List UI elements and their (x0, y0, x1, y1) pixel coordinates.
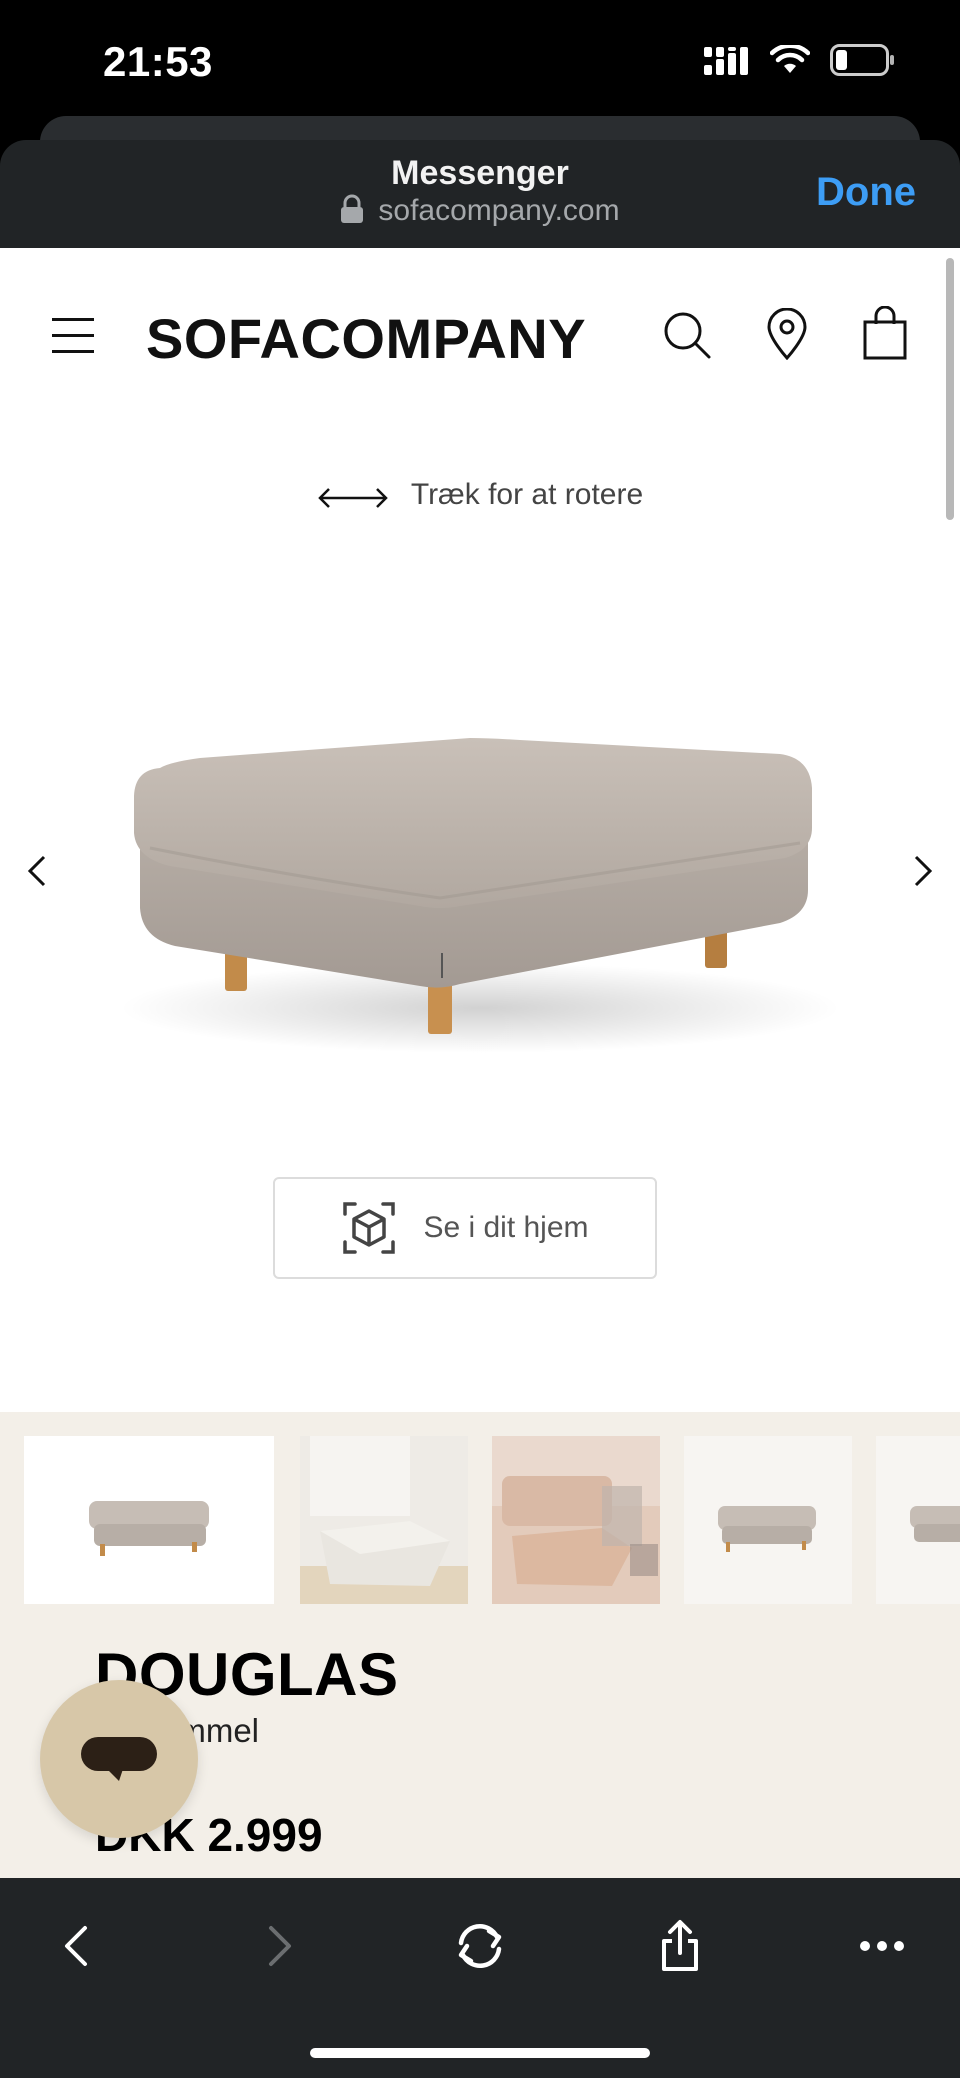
rotate-hint-text: Træk for at rotere (410, 478, 644, 511)
search-icon[interactable] (662, 310, 712, 360)
view-in-home-button[interactable]: Se i dit hjem (273, 1177, 657, 1279)
cellular-signal-icon (704, 47, 748, 75)
thumbnail-5[interactable] (876, 1436, 960, 1604)
more-button[interactable] (842, 1906, 922, 1986)
reload-icon (458, 1923, 502, 1969)
thumbnail-4[interactable] (684, 1436, 852, 1604)
share-button[interactable] (640, 1906, 720, 1986)
status-icons (704, 44, 896, 76)
site-logo[interactable]: SOFACOMPANY (146, 306, 586, 371)
rotate-hint: Træk for at rotere (0, 478, 960, 512)
location-pin-icon[interactable] (766, 308, 808, 360)
in-app-browser-header: Messenger sofacompany.com Done (0, 140, 960, 248)
chat-bubble-icon (81, 1737, 157, 1781)
site-header: SOFACOMPANY (0, 248, 960, 428)
lock-icon (341, 194, 364, 223)
thumbnail-2[interactable] (300, 1436, 468, 1604)
prev-image-arrow-icon[interactable] (24, 853, 48, 889)
status-bar: 21:53 (0, 0, 960, 118)
next-image-arrow-icon[interactable] (912, 853, 936, 889)
chat-button[interactable] (40, 1680, 198, 1838)
back-button[interactable] (36, 1906, 116, 1986)
shopping-bag-icon[interactable] (862, 306, 908, 360)
thumbnail-3[interactable] (492, 1436, 660, 1604)
forward-chevron-icon (269, 1926, 291, 1966)
more-dots-icon (860, 1941, 904, 1951)
thumbnail-1[interactable] (24, 1436, 274, 1604)
web-page[interactable]: SOFACOMPANY Træk for at rotere Se i dit … (0, 248, 960, 1878)
thumbnail-strip[interactable] (24, 1436, 960, 1604)
ar-cube-icon (343, 1202, 396, 1254)
browser-toolbar (0, 1878, 960, 2078)
home-indicator[interactable] (310, 2048, 650, 2058)
forward-button[interactable] (240, 1906, 320, 1986)
share-icon (662, 1920, 698, 1971)
horizontal-arrows-icon (318, 488, 388, 508)
battery-icon (830, 44, 894, 76)
reload-button[interactable] (440, 1906, 520, 1986)
view-in-home-label: Se i dit hjem (423, 1211, 589, 1244)
menu-button[interactable] (52, 314, 96, 358)
back-chevron-icon (65, 1926, 87, 1966)
status-time: 21:53 (103, 38, 213, 85)
done-button[interactable]: Done (816, 170, 916, 215)
wifi-icon (770, 45, 810, 73)
product-360-viewer[interactable] (0, 678, 960, 1098)
browser-url-text: sofacompany.com (378, 194, 620, 227)
